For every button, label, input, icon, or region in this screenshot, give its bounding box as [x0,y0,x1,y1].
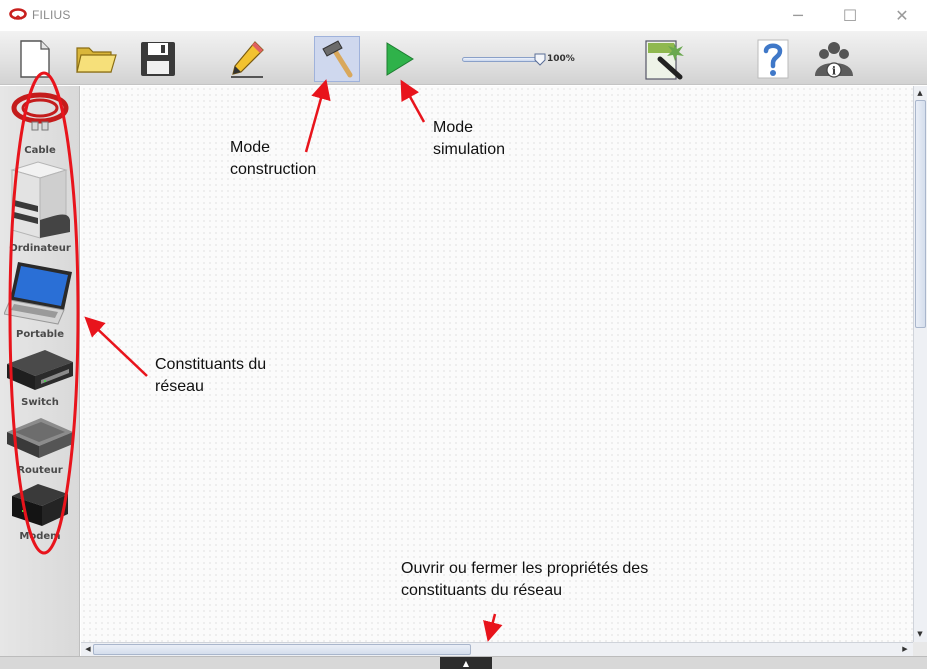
palette-item-routeur[interactable]: Routeur [0,412,80,476]
modem-icon [12,484,68,526]
cable-icon [11,92,69,131]
annotation-line: Mode [230,139,271,156]
maximize-button[interactable]: ☐ [825,0,875,31]
vertical-scroll-thumb[interactable] [915,100,926,328]
annotation-constituants: Constituants du réseau [155,354,266,398]
about-button[interactable]: i [811,36,857,82]
folder-icon [76,47,117,73]
save-button[interactable] [135,36,181,82]
close-button[interactable]: ✕ [877,0,927,31]
annotation-mode-construction: Mode construction [230,137,316,181]
palette-label-portable: Portable [15,329,65,340]
palette-item-switch[interactable]: Switch [0,346,80,408]
documentation-mode-button[interactable] [224,36,270,82]
scroll-right-arrow[interactable]: ▶ [899,643,911,655]
new-file-button[interactable] [12,36,58,82]
scrollbar-corner [913,642,927,656]
open-file-button[interactable] [73,36,119,82]
main-toolbar: 100% i [0,31,927,85]
info-people-icon: i [815,42,853,78]
palette-item-portable[interactable]: Portable [0,258,80,340]
software-wizard-button[interactable] [642,36,688,82]
palette-label-modem: Modem [19,531,61,542]
question-mark-icon [757,39,789,79]
title-bar: FILIUS ─ ☐ ✕ [0,0,927,31]
palette-label-routeur: Routeur [17,465,63,476]
hammer-icon [322,40,353,78]
simulation-mode-button[interactable] [376,36,422,82]
wizard-icon [645,40,684,80]
palette-item-cable[interactable]: Cable [0,88,80,156]
minimize-button[interactable]: ─ [773,0,823,31]
filius-logo-icon [9,8,27,20]
annotation-line: Constituants du [155,356,267,373]
annotation-line: Mode [433,119,474,136]
palette-label-ordinateur: Ordinateur [9,243,71,254]
palette-item-modem[interactable]: Modem [0,480,80,542]
zoom-thumb[interactable] [534,53,546,66]
component-palette: Cable Ordinateur Portable Switch Routeur… [0,86,80,656]
palette-label-switch: Switch [21,397,59,408]
annotation-proprietes: Ouvrir ou fermer les propriétés des cons… [401,558,648,602]
zoom-slider[interactable]: 100% [462,53,582,67]
new-document-icon [20,40,50,78]
annotation-line: constituants du réseau [401,582,562,599]
properties-toggle-button[interactable]: ▲ [440,657,492,669]
horizontal-scroll-thumb[interactable] [93,644,471,655]
computer-tower-icon [10,161,70,239]
router-icon [7,418,73,458]
window-title: FILIUS [32,8,71,22]
annotation-line: Ouvrir ou fermer les propriétés des [401,560,649,577]
vertical-scrollbar[interactable]: ▲ ▼ [913,86,927,642]
floppy-disk-icon [141,42,175,76]
annotation-line: simulation [433,141,506,158]
switch-icon [7,350,73,390]
scroll-down-arrow[interactable]: ▼ [914,628,926,640]
zoom-track [462,57,540,62]
svg-text:i: i [832,65,836,78]
palette-label-cable: Cable [24,145,56,156]
design-mode-button[interactable] [314,36,360,82]
laptop-icon [4,262,72,325]
scroll-up-arrow[interactable]: ▲ [914,87,926,99]
play-icon [386,42,414,76]
pencil-icon [231,41,264,78]
horizontal-scrollbar[interactable]: ◀ ▶ [81,642,913,656]
help-button[interactable] [750,36,796,82]
annotation-line: construction [230,161,317,178]
annotation-line: réseau [155,378,204,395]
palette-item-ordinateur[interactable]: Ordinateur [0,160,80,254]
annotation-mode-simulation: Mode simulation [433,117,505,161]
zoom-level-label: 100% [547,54,575,64]
